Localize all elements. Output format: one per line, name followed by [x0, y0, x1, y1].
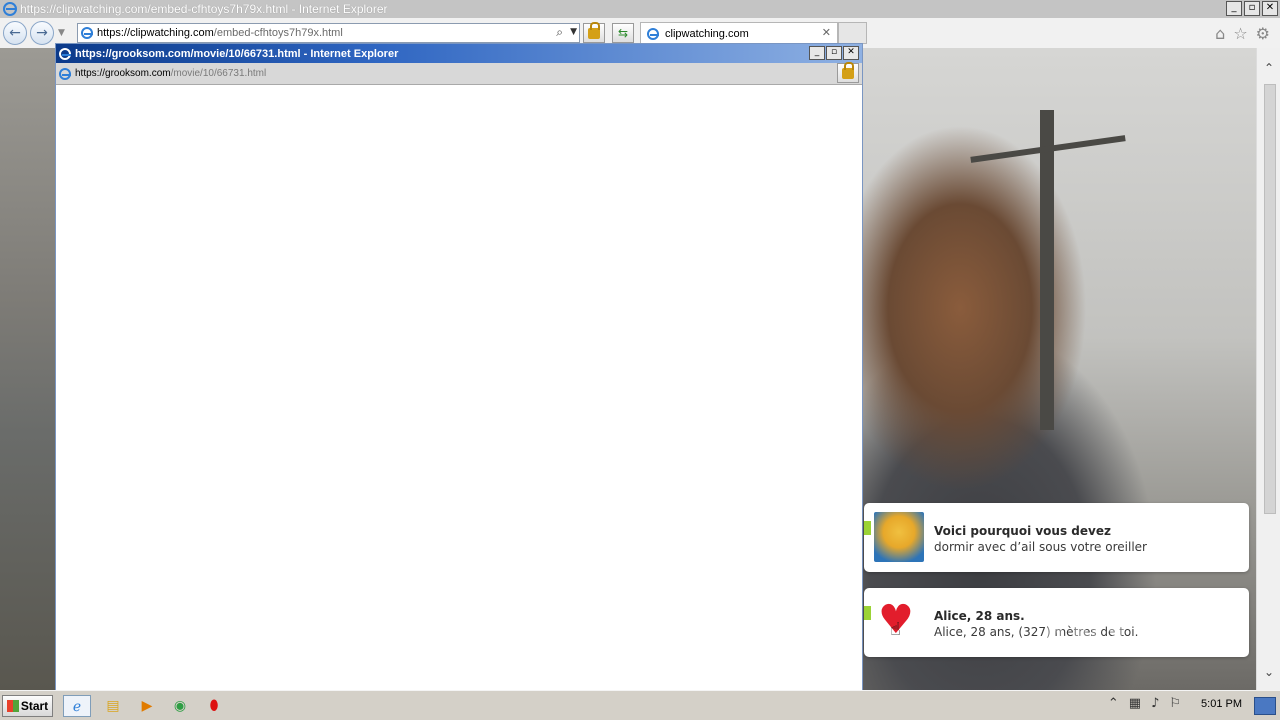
- gear-icon[interactable]: ⚙: [1256, 24, 1270, 43]
- notification-card[interactable]: Voici pourquoi vous devez dormir avec d’…: [864, 503, 1249, 572]
- popup-lock-icon: [842, 62, 854, 79]
- new-tab-button[interactable]: [838, 22, 867, 44]
- scroll-up-arrow-icon[interactable]: ⌃: [1257, 58, 1280, 78]
- taskbar: Start ℯ ▤ ▶ ◉ ⬮ ⌃ ▦ ♪ ⚐ 5:01 PM: [0, 690, 1280, 720]
- address-path: /embed-cfhtoys7h79x.html: [213, 27, 343, 39]
- tray-expand-icon[interactable]: ⌃: [1108, 696, 1119, 711]
- popup-content-area[interactable]: [56, 85, 862, 690]
- refresh-icon[interactable]: ⇆: [612, 23, 634, 43]
- anyrun-watermark: ANY RUN: [1040, 614, 1241, 658]
- video-background-left: [0, 48, 56, 690]
- popup-address-host: https://grooksom.com: [75, 68, 171, 79]
- ie-logo-icon: [3, 2, 17, 16]
- popup-minimize-button[interactable]: _: [809, 46, 825, 60]
- tab-label: clipwatching.com: [665, 27, 749, 40]
- site-icon: [81, 27, 93, 39]
- back-button-icon[interactable]: ←: [3, 21, 27, 45]
- address-url[interactable]: https://clipwatching.com/embed-cfhtoys7h…: [97, 27, 343, 39]
- recent-pages-dropdown-icon[interactable]: ▼: [58, 28, 65, 38]
- popup-titlebar: https://grooksom.com/movie/10/66731.html…: [56, 44, 862, 63]
- tab-site-icon: [647, 27, 659, 40]
- garlic-thumbnail: [874, 512, 924, 562]
- show-desktop-button[interactable]: [1254, 697, 1276, 715]
- network-icon[interactable]: ▦: [1129, 696, 1141, 711]
- hand-cursor-icon: ☝: [890, 619, 901, 640]
- tab-close-icon[interactable]: ✕: [822, 26, 831, 39]
- popup-lock-button[interactable]: [837, 62, 859, 83]
- taskbar-explorer-icon[interactable]: ▤: [99, 695, 127, 717]
- page-scrollbar[interactable]: ⌃ ⌄: [1256, 48, 1280, 690]
- address-dropdown-icon[interactable]: ▼: [570, 27, 577, 37]
- popup-close-button[interactable]: ✕: [843, 46, 859, 60]
- taskbar-clock[interactable]: 5:01 PM: [1201, 698, 1242, 710]
- popup-window: https://grooksom.com/movie/10/66731.html…: [55, 43, 863, 691]
- taskbar-media-player-icon[interactable]: ▶: [133, 695, 161, 717]
- scroll-thumb[interactable]: [1264, 84, 1276, 514]
- volume-icon[interactable]: ♪: [1151, 696, 1159, 711]
- scroll-down-arrow-icon[interactable]: ⌄: [1257, 662, 1280, 682]
- system-tray: ⌃ ▦ ♪ ⚐ 5:01 PM: [1108, 696, 1242, 711]
- security-lock-button[interactable]: [583, 22, 605, 43]
- minimize-button[interactable]: _: [1226, 1, 1242, 16]
- start-button[interactable]: Start: [2, 695, 53, 717]
- taskbar-opera-icon[interactable]: ⬮: [200, 695, 228, 717]
- notification-title: Voici pourquoi vous devez: [934, 524, 1111, 538]
- start-label: Start: [20, 699, 49, 713]
- main-window-titlebar: https://clipwatching.com/embed-cfhtoys7h…: [0, 0, 1280, 18]
- popup-maximize-button[interactable]: ▫: [826, 46, 842, 60]
- star-icon[interactable]: ☆: [1233, 24, 1247, 43]
- notification-body: dormir avec d’ail sous votre oreiller: [934, 540, 1147, 554]
- main-window-title: https://clipwatching.com/embed-cfhtoys7h…: [20, 2, 388, 16]
- popup-address-path: /movie/10/66731.html: [170, 68, 267, 79]
- restore-button[interactable]: ▫: [1244, 1, 1260, 16]
- address-host: https://clipwatching.com: [97, 27, 214, 39]
- notification-title: Alice, 28 ans.: [934, 609, 1025, 623]
- action-center-flag-icon[interactable]: ⚐: [1169, 696, 1181, 711]
- popup-title: https://grooksom.com/movie/10/66731.html…: [75, 47, 399, 60]
- main-window-controls: _ ▫ ✕: [1226, 1, 1278, 16]
- popup-site-icon: [59, 67, 71, 80]
- command-icons: ⌂ ☆ ⚙: [1215, 24, 1270, 43]
- search-icon[interactable]: ⌕: [556, 25, 563, 40]
- taskbar-chrome-icon[interactable]: ◉: [166, 695, 194, 717]
- address-bar[interactable]: https://clipwatching.com/embed-cfhtoys7h…: [77, 23, 580, 43]
- lock-icon: [588, 22, 600, 39]
- popup-window-controls: _ ▫ ✕: [809, 46, 859, 60]
- popup-address-bar: https://grooksom.com/movie/10/66731.html: [56, 62, 862, 85]
- windows-logo-icon: [6, 700, 19, 712]
- home-icon[interactable]: ⌂: [1215, 24, 1225, 43]
- notification-accent: [864, 606, 871, 620]
- tab-clipwatching[interactable]: clipwatching.com ✕: [640, 22, 838, 44]
- popup-ie-logo-icon: [59, 47, 71, 60]
- utility-pole: [1040, 110, 1054, 430]
- popup-address-url: https://grooksom.com/movie/10/66731.html: [75, 68, 266, 79]
- taskbar-ie-icon[interactable]: ℯ: [63, 695, 91, 717]
- close-button[interactable]: ✕: [1262, 1, 1278, 16]
- heart-thumbnail: ♥ ☝: [874, 597, 924, 647]
- forward-button-icon[interactable]: →: [30, 21, 54, 45]
- notification-accent: [864, 521, 871, 535]
